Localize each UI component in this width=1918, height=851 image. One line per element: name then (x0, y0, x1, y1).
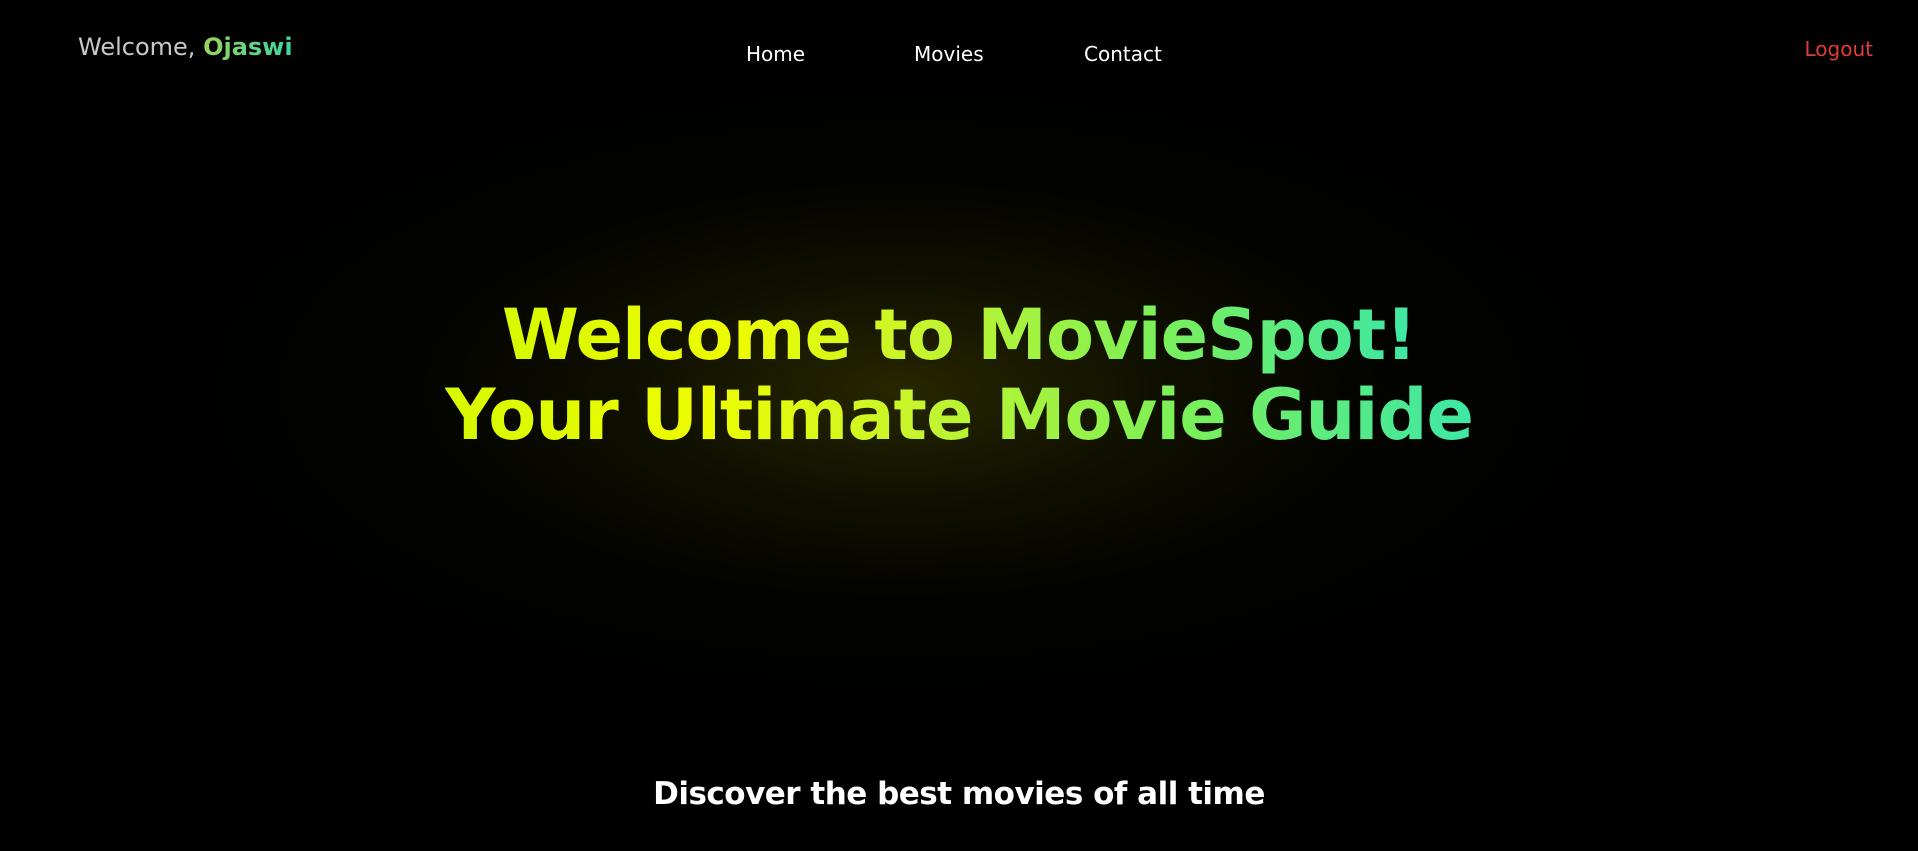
logout-button[interactable]: Logout (1805, 37, 1873, 61)
hero-title: Welcome to MovieSpot! Your Ultimate Movi… (0, 295, 1918, 455)
navbar: Welcome, Ojaswi Home Movies Contact Logo… (0, 0, 1918, 100)
nav-link-contact[interactable]: Contact (1084, 42, 1162, 66)
nav-links: Home Movies Contact (0, 42, 1918, 72)
hero-title-line-1: Welcome to MovieSpot! (501, 294, 1417, 376)
hero-title-line-2: Your Ultimate Movie Guide (445, 374, 1474, 456)
hero-subtitle: Discover the best movies of all time (653, 776, 1265, 812)
nav-link-movies[interactable]: Movies (914, 42, 984, 66)
nav-link-home[interactable]: Home (746, 42, 805, 66)
